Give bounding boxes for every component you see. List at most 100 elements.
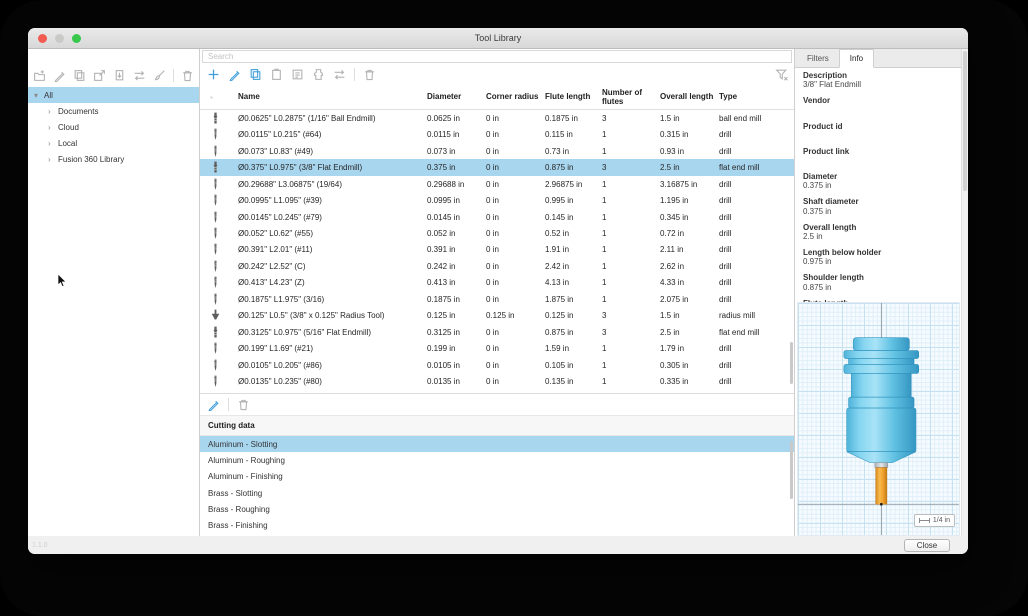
cell-type: drill: [719, 262, 794, 271]
caret-right-icon[interactable]: ›: [48, 155, 54, 164]
paste-tool-icon[interactable]: [270, 68, 283, 81]
cell-diameter: 0.375 in: [427, 163, 486, 172]
rename-library-icon[interactable]: [53, 69, 66, 82]
cell-flute_length: 2.96875 in: [545, 180, 602, 189]
cell-type: drill: [719, 361, 794, 370]
cell-flute_length: 0.115 in: [545, 130, 602, 139]
close-window-button[interactable]: [38, 34, 47, 43]
tree-item-fusion-360-library[interactable]: ›Fusion 360 Library: [28, 151, 199, 167]
cell-flutes: 3: [602, 163, 660, 172]
table-row[interactable]: Ø0.125" L0.5" (3/8" x 0.125" Radius Tool…: [200, 308, 794, 324]
tree-item-local[interactable]: ›Local: [28, 135, 199, 151]
merge-libraries-icon[interactable]: [133, 69, 146, 82]
table-row[interactable]: Ø0.0995" L1.095" (#39)0.0995 in0 in0.995…: [200, 192, 794, 208]
table-row[interactable]: Ø0.0135" L0.235" (#80)0.0135 in0 in0.135…: [200, 374, 794, 390]
cutting-data-row[interactable]: Brass - Roughing: [200, 501, 794, 517]
cell-flutes: 1: [602, 180, 660, 189]
drill-tool-icon: [200, 375, 238, 388]
gear-icon[interactable]: [200, 91, 213, 104]
filter-clear-icon[interactable]: [775, 68, 788, 81]
tools-panel: NameDiameterCorner radiusFlute lengthNum…: [200, 49, 795, 536]
cell-name: Ø0.391" L2.01" (#11): [238, 245, 427, 254]
table-row[interactable]: Ø0.052" L0.62" (#55)0.052 in0 in0.52 in1…: [200, 225, 794, 241]
table-row[interactable]: Ø0.413" L4.23" (Z)0.413 in0 in4.13 in14.…: [200, 275, 794, 291]
renumber-tools-icon[interactable]: [333, 68, 346, 81]
titlebar[interactable]: Tool Library: [28, 28, 968, 49]
table-row[interactable]: Ø0.073" L0.83" (#49)0.073 in0 in0.73 in1…: [200, 143, 794, 159]
cutting-scrollbar-thumb[interactable]: [790, 441, 793, 499]
cell-corner_radius: 0 in: [486, 295, 545, 304]
tab-filters[interactable]: Filters: [797, 49, 839, 67]
table-header: NameDiameterCorner radiusFlute lengthNum…: [200, 86, 794, 110]
table-row[interactable]: Ø0.29688" L3.06875" (19/64)0.29688 in0 i…: [200, 176, 794, 192]
table-row[interactable]: Ø0.1875" L1.975" (3/16)0.1875 in0 in1.87…: [200, 291, 794, 307]
edit-cutting-data-icon[interactable]: [207, 398, 220, 411]
column-header[interactable]: Corner radius: [486, 93, 545, 101]
export-library-icon[interactable]: [93, 69, 106, 82]
minimize-window-button[interactable]: [55, 34, 64, 43]
new-library-icon[interactable]: [33, 69, 46, 82]
tree-item-label: All: [44, 91, 53, 100]
caret-down-icon[interactable]: ▾: [34, 91, 40, 100]
cleanup-library-icon[interactable]: [153, 69, 166, 82]
column-header[interactable]: Overall length: [660, 93, 719, 101]
cutting-data-row[interactable]: Brass - Finishing: [200, 517, 794, 533]
info-field: Product id: [803, 122, 958, 140]
table-row[interactable]: Ø0.391" L2.01" (#11)0.391 in0 in1.91 in1…: [200, 242, 794, 258]
caret-right-icon[interactable]: ›: [48, 123, 54, 132]
caret-right-icon[interactable]: ›: [48, 107, 54, 116]
tool-holder-icon[interactable]: [312, 68, 325, 81]
cell-corner_radius: 0 in: [486, 213, 545, 222]
cell-overall_length: 3.16875 in: [660, 180, 719, 189]
table-row[interactable]: Ø0.0115" L0.215" (#64)0.0115 in0 in0.115…: [200, 126, 794, 142]
info-scrollbar-thumb[interactable]: [963, 51, 967, 191]
table-row[interactable]: Ø0.0105" L0.205" (#86)0.0105 in0 in0.105…: [200, 357, 794, 373]
cell-corner_radius: 0 in: [486, 114, 545, 123]
duplicate-tool-icon[interactable]: [291, 68, 304, 81]
cutting-data-row[interactable]: Aluminum - Slotting: [200, 436, 794, 452]
delete-cutting-data-icon[interactable]: [237, 398, 250, 411]
column-header[interactable]: Number of flutes: [602, 89, 652, 106]
column-header[interactable]: Diameter: [427, 93, 486, 101]
caret-right-icon[interactable]: ›: [48, 139, 54, 148]
table-row[interactable]: Ø0.242" L2.52" (C)0.242 in0 in2.42 in12.…: [200, 258, 794, 274]
info-field: Shoulder length0.875 in: [803, 273, 958, 291]
search-input[interactable]: [202, 50, 792, 63]
info-scrollbar[interactable]: [961, 49, 968, 536]
zoom-window-button[interactable]: [72, 34, 81, 43]
tree-item-all[interactable]: ▾ All: [28, 87, 199, 103]
cell-name: Ø0.199" L1.69" (#21): [238, 344, 427, 353]
cell-name: Ø0.0995" L1.095" (#39): [238, 196, 427, 205]
table-row[interactable]: Ø0.0145" L0.245" (#79)0.0145 in0 in0.145…: [200, 209, 794, 225]
column-header[interactable]: Type: [719, 93, 794, 101]
tree-item-documents[interactable]: ›Documents: [28, 103, 199, 119]
copy-tool-icon[interactable]: [249, 68, 262, 81]
tools-scrollbar-thumb[interactable]: [790, 342, 793, 384]
column-header[interactable]: Flute length: [545, 93, 602, 101]
cutting-data-row[interactable]: Brass - Slotting: [200, 485, 794, 501]
table-row[interactable]: Ø0.199" L1.69" (#21)0.199 in0 in1.59 in1…: [200, 341, 794, 357]
delete-library-icon[interactable]: [181, 69, 194, 82]
import-library-icon[interactable]: [113, 69, 126, 82]
column-header[interactable]: Name: [238, 93, 427, 101]
tree-item-cloud[interactable]: ›Cloud: [28, 119, 199, 135]
add-tool-icon[interactable]: [207, 68, 220, 81]
tab-info[interactable]: Info: [839, 49, 874, 68]
delete-tool-icon[interactable]: [363, 68, 376, 81]
cell-diameter: 0.413 in: [427, 278, 486, 287]
cell-type: drill: [719, 213, 794, 222]
close-button[interactable]: Close: [904, 539, 950, 552]
cell-flute_length: 0.52 in: [545, 229, 602, 238]
cell-corner_radius: 0 in: [486, 130, 545, 139]
tool-preview-viewport[interactable]: 1/4 in: [797, 302, 960, 536]
tools-table: Ø0.0625" L0.2875" (1/16" Ball Endmill)0.…: [200, 110, 794, 390]
cutting-data-row[interactable]: Aluminum - Roughing: [200, 452, 794, 468]
table-row[interactable]: Ø0.3125" L0.975" (5/16" Flat Endmill)0.3…: [200, 324, 794, 340]
table-row[interactable]: Ø0.375" L0.975" (3/8" Flat Endmill)0.375…: [200, 159, 794, 175]
edit-tool-icon[interactable]: [228, 68, 241, 81]
table-row[interactable]: Ø0.0625" L0.2875" (1/16" Ball Endmill)0.…: [200, 110, 794, 126]
copy-library-icon[interactable]: [73, 69, 86, 82]
cutting-data-row[interactable]: Aluminum - Finishing: [200, 469, 794, 485]
cell-type: drill: [719, 229, 794, 238]
cell-flute_length: 0.135 in: [545, 377, 602, 386]
